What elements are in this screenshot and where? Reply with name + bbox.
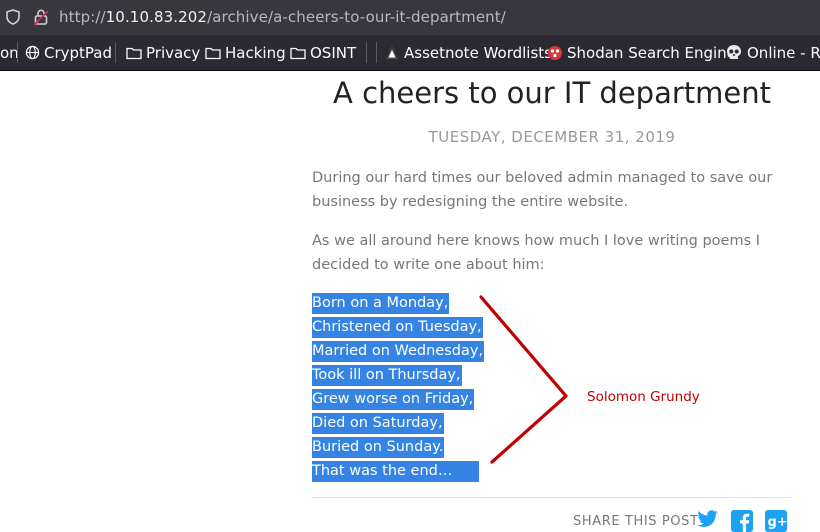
url-path: /archive/a-cheers-to-our-it-department/ [207,8,506,26]
url-text[interactable]: http://10.10.83.202/archive/a-cheers-to-… [59,8,506,26]
bookmark-assetnote[interactable]: Assetnote Wordlists [384,35,552,70]
post-divider [312,497,792,498]
folder-icon [126,47,142,59]
bookmark-partial[interactable]: on [0,35,19,70]
svg-text:g+: g+ [768,515,788,530]
bookmark-label: OSINT [310,43,357,62]
poem-line-text: Christened on Tuesday, [312,317,483,338]
twitter-icon[interactable] [697,510,719,528]
poem-selected-text[interactable]: Born on a Monday, Christened on Tuesday,… [312,291,485,483]
poem-line: Died on Saturday, [312,411,484,435]
post-paragraph: During our hard times our beloved admin … [312,170,773,210]
bookmark-folder-hacking[interactable]: Hacking [205,35,286,70]
annotation-bracket [479,295,568,464]
bookmark-label: on [0,43,19,62]
url-scheme: http:// [59,8,106,26]
facebook-icon[interactable] [731,510,753,532]
bookmark-cryptpad[interactable]: CryptPad [25,35,112,70]
insecure-lock-icon[interactable] [33,8,49,26]
annotation-label: Solomon Grundy [587,389,700,405]
poem-line: Buried on Sunday. [312,435,484,459]
globe-icon [25,45,40,60]
poem-line: Born on a Monday, [312,291,484,315]
bookmark-separator [17,42,18,63]
bookmark-separator [376,42,377,63]
shodan-icon [548,45,562,60]
poem-line: Grew worse on Friday, [312,387,484,411]
skull-icon [727,45,741,59]
poem-line-text: That was the end… [312,461,480,482]
bookmarks-toolbar: on CryptPad Privacy Hacking OSINT Assetn… [0,35,820,71]
poem-line-text: Died on Saturday, [312,413,444,434]
poem-line: Christened on Tuesday, [312,315,484,339]
poem-line: Took ill on Thursday, [312,363,484,387]
bookmark-online[interactable]: Online - Re [725,35,820,70]
bookmark-label: Online - Re [747,43,820,62]
folder-icon [205,47,221,59]
poem-line-text: Grew worse on Friday, [312,389,475,410]
bookmark-folder-osint[interactable]: OSINT [290,35,356,70]
bookmark-separator [115,42,116,63]
poem-line: Married on Wednesday, [312,339,485,363]
bookmark-label: Assetnote Wordlists [404,43,552,62]
bookmark-label: Shodan Search Engine [567,43,736,62]
assetnote-icon [386,45,398,59]
url-host: 10.10.83.202 [105,8,208,26]
folder-icon [290,47,306,59]
bookmark-folder-privacy[interactable]: Privacy [126,35,200,70]
shield-icon[interactable] [6,9,20,25]
bookmark-label: Hacking [225,43,286,62]
poem-line-text: Married on Wednesday, [312,341,485,362]
bookmark-shodan[interactable]: Shodan Search Engine [547,35,736,70]
post-title: A cheers to our IT department [333,76,771,110]
bookmark-label: CryptPad [44,43,113,62]
poem-line-text: Took ill on Thursday, [312,365,462,386]
poem-line: That was the end… [312,459,484,483]
google-plus-icon[interactable]: g+ [765,510,787,532]
bookmark-separator [366,42,367,63]
post-date: TUESDAY, DECEMBER 31, 2019 [428,128,676,146]
address-bar[interactable]: http://10.10.83.202/archive/a-cheers-to-… [0,0,820,35]
poem-line-text: Born on a Monday, [312,293,450,314]
post-paragraph: As we all around here knows how much I l… [312,233,761,273]
poem-line-text: Buried on Sunday. [312,437,445,458]
bookmark-label: Privacy [146,43,201,62]
